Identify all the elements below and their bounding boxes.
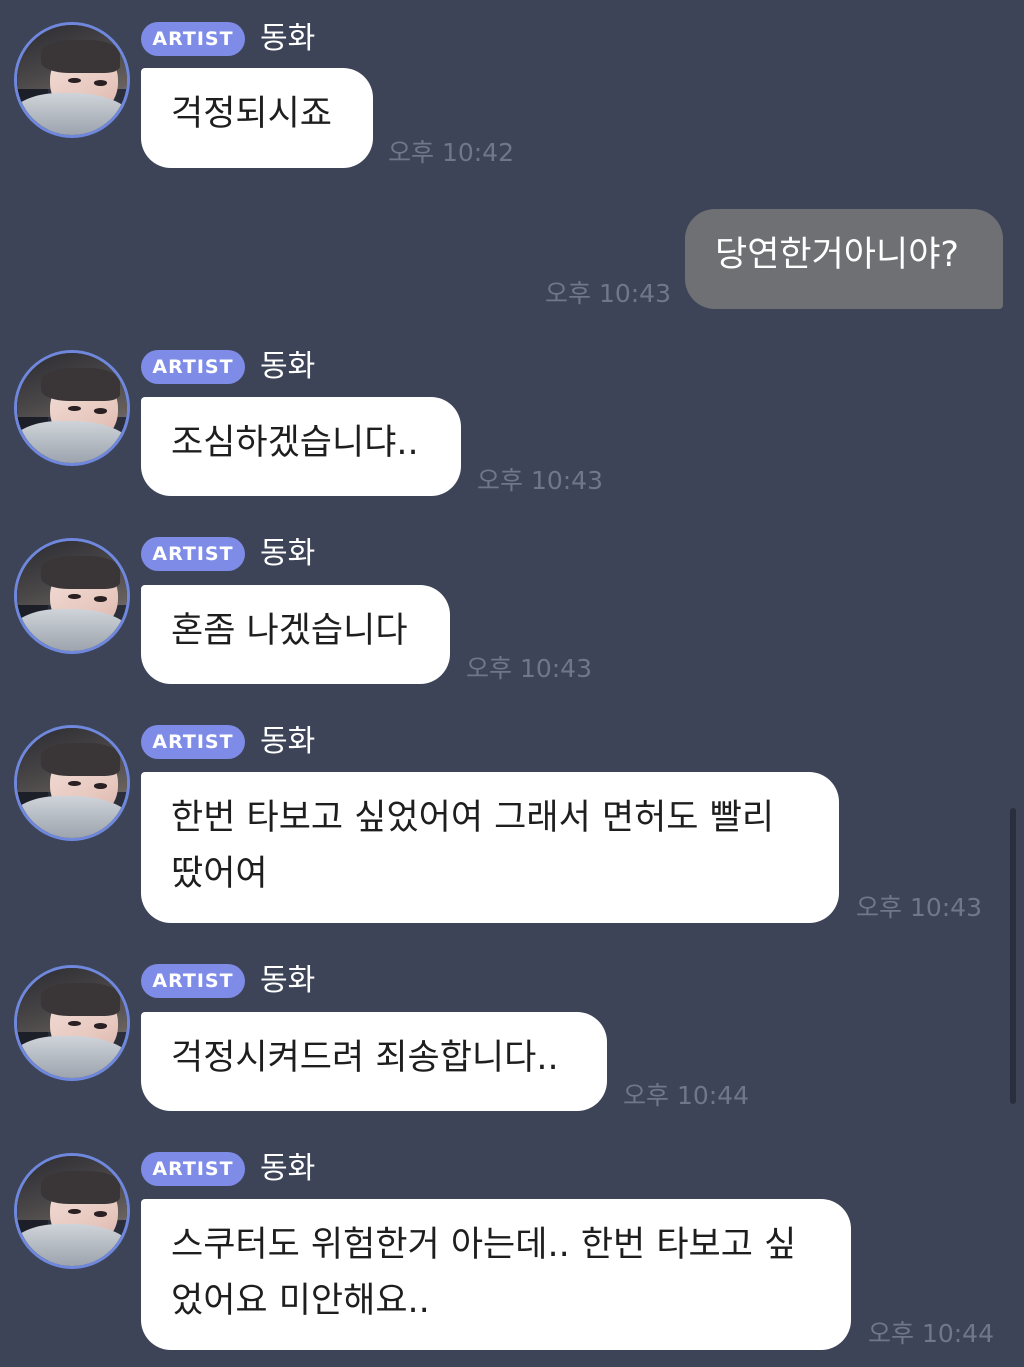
artist-name: 동화 [260, 724, 316, 759]
message-timestamp: 오후 10:43 [856, 893, 982, 922]
artist-badge: ARTIST [141, 350, 245, 384]
artist-name: 동화 [260, 536, 316, 571]
message-timestamp: 오후 10:43 [466, 654, 592, 683]
message-timestamp: 오후 10:43 [477, 466, 603, 495]
artist-name: 동화 [260, 963, 316, 998]
scrollbar[interactable] [1010, 808, 1016, 1104]
artist-name: 동화 [260, 349, 316, 384]
message-bubble-incoming[interactable]: 한번 타보고 싶었어여 그래서 면허도 빨리 땄어여 [141, 772, 839, 923]
artist-avatar[interactable] [14, 1153, 130, 1269]
artist-badge: ARTIST [141, 725, 245, 759]
artist-badge: ARTIST [141, 1152, 245, 1186]
message-timestamp: 오후 10:44 [868, 1319, 994, 1348]
message-bubble-incoming[interactable]: 스쿠터도 위험한거 아는데.. 한번 타보고 싶 었어요 미안해요.. [141, 1199, 851, 1350]
message-timestamp: 오후 10:44 [623, 1081, 749, 1110]
artist-avatar[interactable] [14, 725, 130, 841]
message-bubble-incoming[interactable]: 혼좀 나겠습니다 [141, 585, 450, 684]
message-timestamp: 오후 10:42 [388, 138, 514, 167]
artist-badge: ARTIST [141, 22, 245, 56]
artist-name: 동화 [260, 21, 316, 56]
message-bubble-incoming[interactable]: 걱정되시죠 [141, 68, 373, 168]
message-bubble-incoming[interactable]: 걱정시켜드려 죄송합니다.. [141, 1012, 607, 1111]
chat-view: ARTIST 동화 걱정되시죠 오후 10:42 당연한거아니야? 오후 10:… [0, 0, 1024, 1367]
message-bubble-outgoing[interactable]: 당연한거아니야? [685, 209, 1003, 309]
artist-avatar[interactable] [14, 965, 130, 1081]
artist-badge: ARTIST [141, 537, 245, 571]
message-bubble-incoming[interactable]: 조심하겠습니댜.. [141, 397, 461, 496]
artist-avatar[interactable] [14, 350, 130, 466]
message-timestamp: 오후 10:43 [545, 279, 671, 308]
artist-avatar[interactable] [14, 538, 130, 654]
artist-name: 동화 [260, 1151, 316, 1186]
artist-badge: ARTIST [141, 964, 245, 998]
artist-avatar[interactable] [14, 22, 130, 138]
